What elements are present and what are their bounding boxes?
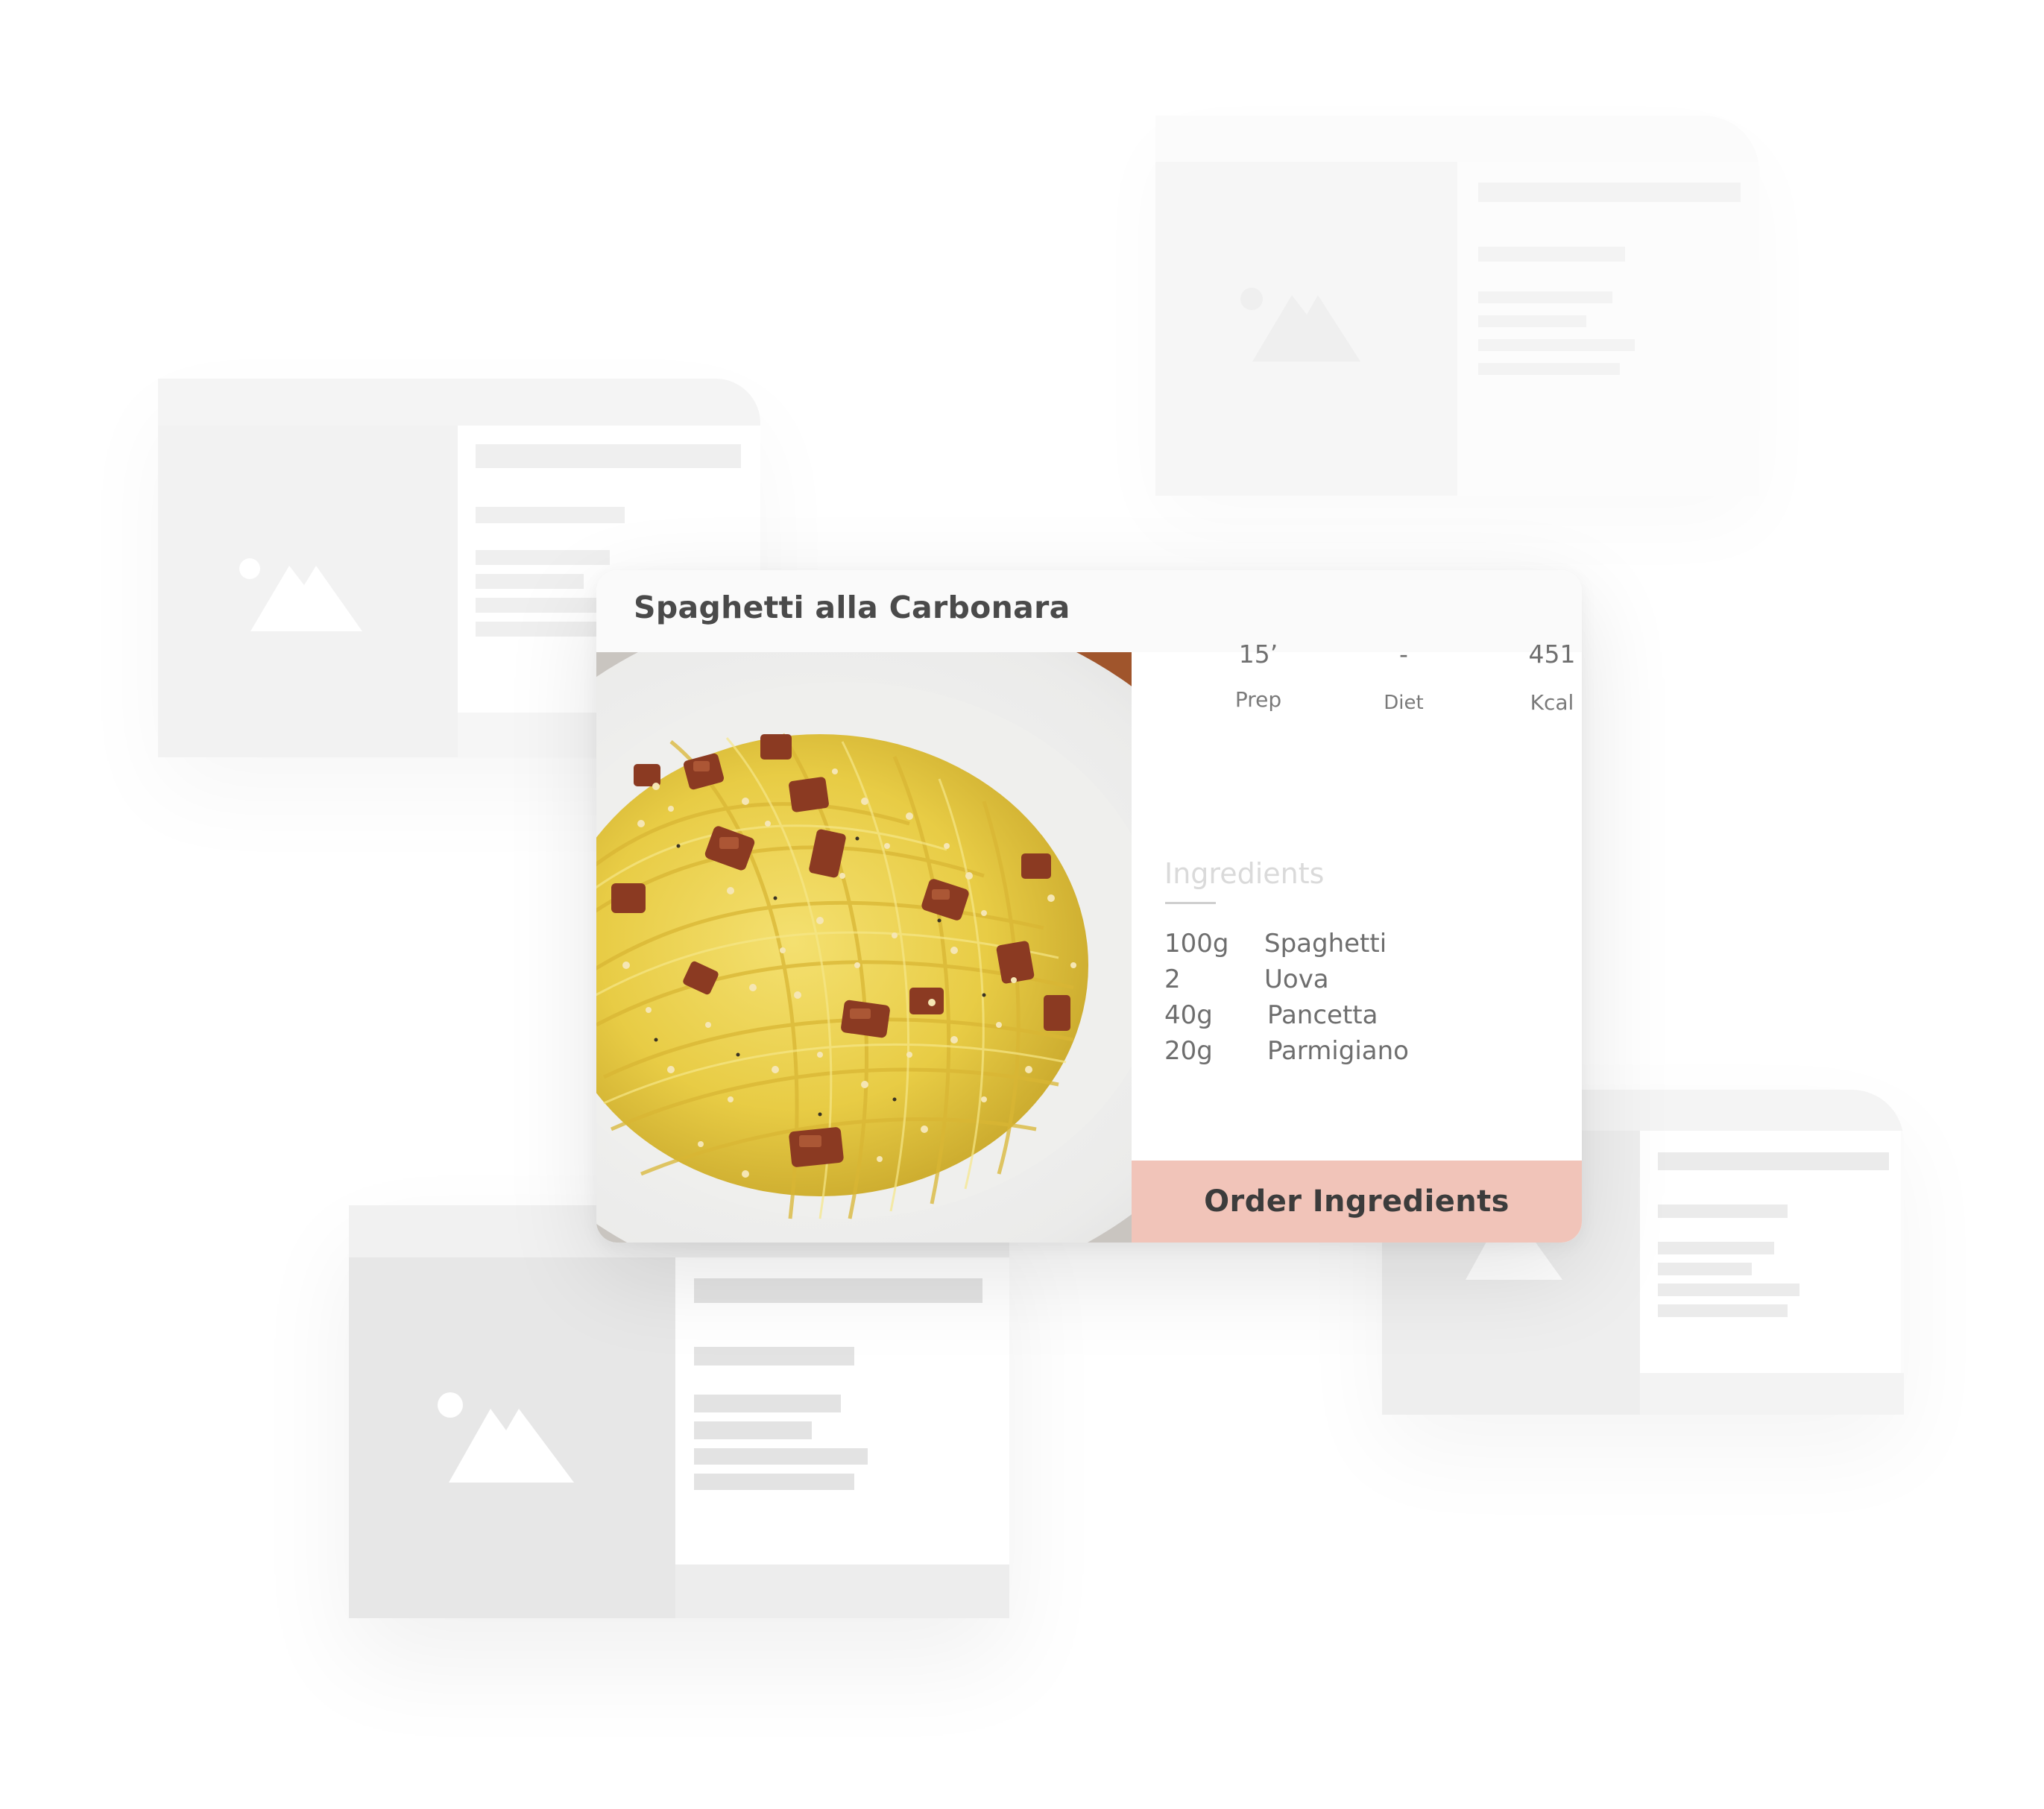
image-placeholder-icon [239,558,362,631]
placeholder-text-line [1478,339,1635,351]
stat-kcal: 451 Kcal [1492,640,1582,716]
placeholder-text-line [1658,1152,1889,1170]
placeholder-text-line [476,550,610,565]
placeholder-card-footer [1640,1373,1904,1415]
ingredient-quantity: 20g [1164,1036,1213,1066]
image-placeholder-icon [438,1392,574,1483]
ingredients-heading: Ingredients [1164,857,1325,890]
placeholder-text-line [694,1395,841,1412]
placeholder-card-top-right [1155,116,1759,496]
placeholder-card-image [1155,162,1457,496]
placeholder-text-line [1478,363,1620,375]
placeholder-text-line [1658,1205,1788,1218]
placeholder-card-header [158,379,760,426]
placeholder-text-line [694,1421,812,1439]
stat-prep-label: Prep [1234,687,1282,712]
placeholder-text-line [694,1448,868,1465]
image-placeholder-icon [1240,288,1360,362]
order-ingredients-button[interactable]: Order Ingredients [1132,1161,1582,1243]
placeholder-card-image [158,426,458,757]
placeholder-card-footer [675,1565,1009,1618]
recipe-canvas: Spaghetti alla Carbonara 15’ Prep - Diet… [0,0,2044,1809]
ingredients-underline [1165,902,1216,904]
placeholder-text-line [476,507,625,523]
stat-diet-label: Diet [1384,692,1424,714]
recipe-title: Spaghetti alla Carbonara [634,590,1070,625]
stat-kcal-value: 451 [1528,640,1576,669]
ingredient-quantity: 2 [1164,965,1181,994]
placeholder-card-image [349,1257,675,1618]
placeholder-text-line [694,1347,854,1366]
ingredient-name: Pancetta [1267,1000,1378,1030]
pasta-dish-image [596,652,1132,1243]
placeholder-text-line [1478,247,1625,262]
placeholder-text-line [1478,183,1741,202]
stat-kcal-label: Kcal [1530,690,1574,715]
placeholder-text-line [694,1474,854,1490]
recipe-card: Spaghetti alla Carbonara 15’ Prep - Diet… [596,570,1582,1243]
placeholder-text-line [694,1278,982,1303]
recipe-info-panel: 15’ Prep - Diet 451 Kcal Ingredients 100… [1132,640,1582,1243]
stat-prep: 15’ Prep [1199,640,1318,713]
stat-prep-value: 15’ [1238,640,1278,669]
placeholder-text-line [1658,1263,1752,1275]
placeholder-text-line [1658,1284,1799,1296]
placeholder-text-line [1478,315,1586,327]
ingredient-quantity: 100g [1164,929,1229,959]
placeholder-text-line [476,574,584,589]
placeholder-text-line [1658,1304,1788,1317]
placeholder-text-line [1658,1242,1774,1254]
ingredient-name: Uova [1264,965,1329,994]
stat-diet: - Diet [1344,640,1463,716]
placeholder-text-line [476,444,741,468]
recipe-photo [596,652,1132,1243]
stat-diet-value: - [1399,640,1408,669]
ingredient-quantity: 40g [1164,1000,1213,1030]
placeholder-text-line [1478,291,1612,303]
ingredient-name: Spaghetti [1264,929,1387,959]
placeholder-card-header [1155,116,1759,162]
ingredient-name: Parmigiano [1267,1036,1409,1066]
placeholder-card-bottom-left [349,1205,1009,1618]
